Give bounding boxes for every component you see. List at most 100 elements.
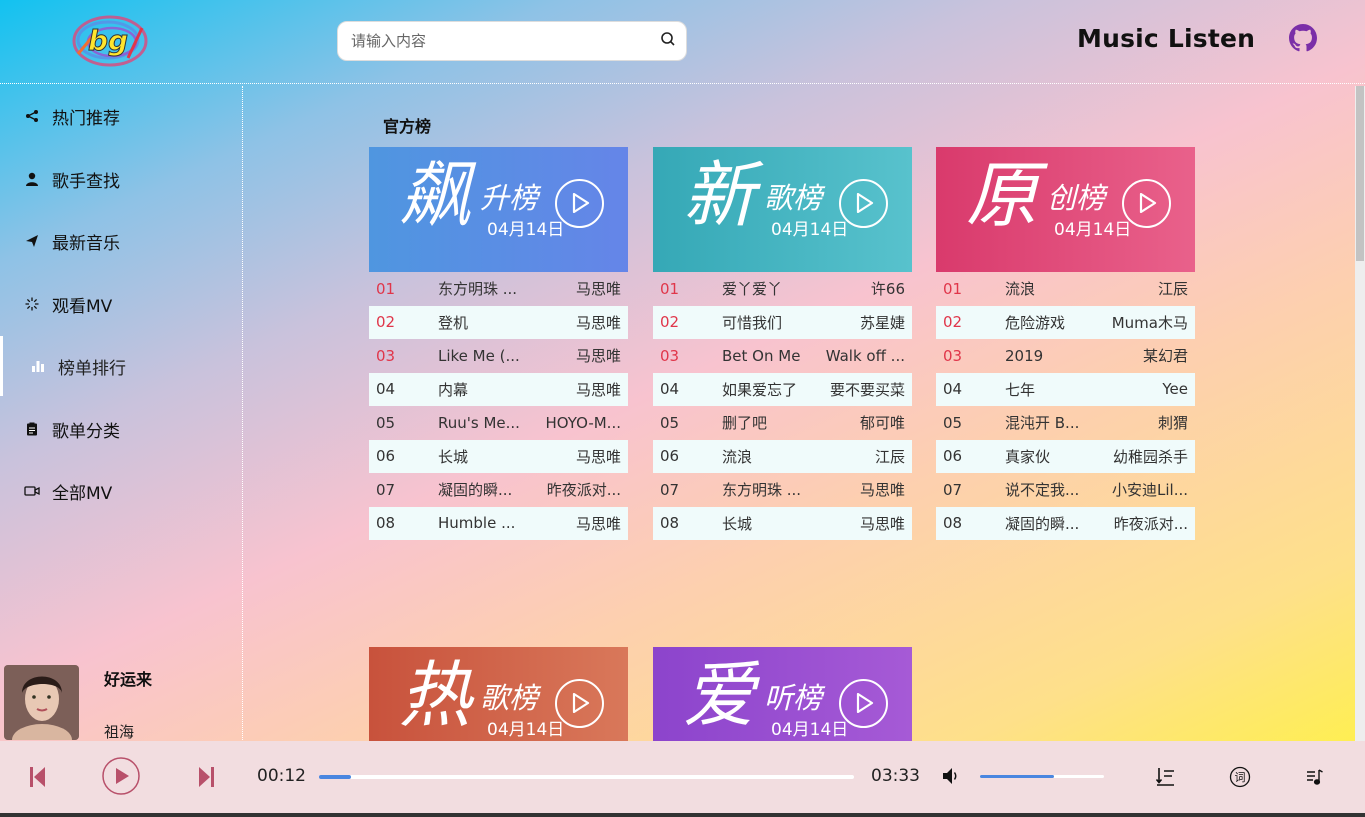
song-title[interactable]: 登机 <box>438 312 528 333</box>
song-artist[interactable]: 昨夜派对... <box>1095 513 1188 534</box>
volume-fill[interactable] <box>980 775 1055 778</box>
song-artist[interactable]: HOYO-M... <box>528 414 622 432</box>
search-icon[interactable] <box>660 31 676 51</box>
song-artist[interactable]: 幼稚园杀手 <box>1095 446 1188 467</box>
table-row[interactable]: 06 真家伙 幼稚园杀手 <box>936 439 1195 473</box>
table-row[interactable]: 03 2019 某幻君 <box>936 339 1195 373</box>
song-title[interactable]: 流浪 <box>1005 278 1095 299</box>
song-artist[interactable]: Yee <box>1095 380 1188 398</box>
song-title[interactable]: 2019 <box>1005 347 1095 365</box>
sidebar-item-singer[interactable]: 歌手查找 <box>0 149 240 209</box>
play-circle-icon[interactable] <box>555 179 604 228</box>
volume-icon[interactable] <box>942 767 960 789</box>
song-title[interactable]: 长城 <box>438 446 528 467</box>
song-artist[interactable]: 马思唯 <box>528 345 621 366</box>
sidebar-item-all-mv[interactable]: 全部MV <box>0 461 240 521</box>
album-cover[interactable] <box>4 665 79 740</box>
song-artist[interactable]: 刺猬 <box>1095 412 1188 433</box>
now-playing-artist[interactable]: 祖海 <box>104 721 134 742</box>
song-artist[interactable]: 马思唯 <box>528 446 621 467</box>
song-artist[interactable]: 马思唯 <box>812 479 905 500</box>
song-title[interactable]: 说不定我... <box>1005 479 1095 500</box>
song-artist[interactable]: 马思唯 <box>812 513 905 534</box>
song-artist[interactable]: 要不要买菜 <box>812 379 905 400</box>
song-title[interactable]: 爱丫爱丫 <box>722 278 812 299</box>
table-row[interactable]: 06 流浪 江辰 <box>653 439 912 473</box>
song-artist[interactable]: 昨夜派对... <box>528 479 621 500</box>
song-title[interactable]: 删了吧 <box>722 412 812 433</box>
table-row[interactable]: 04 如果爱忘了 要不要买菜 <box>653 372 912 406</box>
table-row[interactable]: 03 Like Me (... 马思唯 <box>369 339 628 373</box>
table-row[interactable]: 05 Ruu's Me... HOYO-M... <box>369 406 628 440</box>
search-input[interactable] <box>351 32 660 50</box>
table-row[interactable]: 02 危险游戏 Muma木马 <box>936 305 1195 339</box>
table-row[interactable]: 07 凝固的瞬... 昨夜派对... <box>369 473 628 507</box>
table-row[interactable]: 02 登机 马思唯 <box>369 305 628 339</box>
prev-icon[interactable] <box>30 766 46 792</box>
table-row[interactable]: 01 东方明珠 ... 马思唯 <box>369 272 628 306</box>
app-logo[interactable]: bg <box>68 10 150 72</box>
song-title[interactable]: 真家伙 <box>1005 446 1095 467</box>
song-title[interactable]: 如果爱忘了 <box>722 379 812 400</box>
song-title[interactable]: 危险游戏 <box>1005 312 1095 333</box>
play-icon[interactable] <box>102 757 140 799</box>
song-artist[interactable]: 小安迪Lil... <box>1095 479 1188 500</box>
song-artist[interactable]: 郁可唯 <box>812 412 905 433</box>
play-circle-icon[interactable] <box>1122 179 1171 228</box>
play-circle-icon[interactable] <box>839 679 888 728</box>
song-artist[interactable]: 马思唯 <box>528 278 621 299</box>
song-title[interactable]: Humble ... <box>438 514 528 532</box>
song-title[interactable]: Like Me (... <box>438 347 528 365</box>
song-artist[interactable]: 苏星婕 <box>812 312 905 333</box>
song-artist[interactable]: 某幻君 <box>1095 345 1188 366</box>
chart-banner[interactable]: 新歌榜 04月14日 <box>653 147 912 272</box>
table-row[interactable]: 05 混沌开 B... 刺猬 <box>936 406 1195 440</box>
song-artist[interactable]: 江辰 <box>812 446 905 467</box>
song-artist[interactable]: 马思唯 <box>528 312 621 333</box>
table-row[interactable]: 08 凝固的瞬... 昨夜派对... <box>936 506 1195 540</box>
scrollbar-thumb[interactable] <box>1356 86 1364 261</box>
table-row[interactable]: 02 可惜我们 苏星婕 <box>653 305 912 339</box>
song-title[interactable]: 流浪 <box>722 446 812 467</box>
song-title[interactable]: 混沌开 B... <box>1005 412 1095 433</box>
progress-track[interactable] <box>319 775 854 779</box>
song-title[interactable]: 东方明珠 ... <box>438 278 528 299</box>
song-title[interactable]: Ruu's Me... <box>438 414 528 432</box>
song-artist[interactable]: 马思唯 <box>528 513 621 534</box>
sidebar-item-hot[interactable]: 热门推荐 <box>0 86 240 146</box>
progress-fill[interactable] <box>319 775 352 779</box>
table-row[interactable]: 01 流浪 江辰 <box>936 272 1195 306</box>
table-row[interactable]: 08 Humble ... 马思唯 <box>369 506 628 540</box>
song-artist[interactable]: 马思唯 <box>528 379 621 400</box>
table-row[interactable]: 07 说不定我... 小安迪Lil... <box>936 473 1195 507</box>
lyrics-icon[interactable]: 词 <box>1229 766 1251 792</box>
music-list-icon[interactable] <box>1306 768 1324 790</box>
song-title[interactable]: 七年 <box>1005 379 1095 400</box>
sidebar-item-playlist-category[interactable]: 歌单分类 <box>0 399 240 459</box>
song-artist[interactable]: 江辰 <box>1095 278 1188 299</box>
song-artist[interactable]: Walk off ... <box>812 347 905 365</box>
chart-banner[interactable]: 飙升榜 04月14日 <box>369 147 628 272</box>
table-row[interactable]: 05 删了吧 郁可唯 <box>653 406 912 440</box>
chart-banner[interactable]: 原创榜 04月14日 <box>936 147 1195 272</box>
search-box[interactable] <box>337 21 687 61</box>
table-row[interactable]: 04 七年 Yee <box>936 372 1195 406</box>
song-title[interactable]: 凝固的瞬... <box>1005 513 1095 534</box>
sidebar-item-charts[interactable]: 榜单排行 <box>0 336 240 396</box>
sidebar-item-watch-mv[interactable]: 观看MV <box>0 274 240 334</box>
song-title[interactable]: 凝固的瞬... <box>438 479 528 500</box>
play-circle-icon[interactable] <box>839 179 888 228</box>
song-artist[interactable]: 许66 <box>812 278 905 299</box>
chart-card[interactable]: 新歌榜 04月14日 01 爱丫爱丫 许66 02 可惜我们 苏星婕 03 Bet On Me Wa… <box>653 147 912 540</box>
song-artist[interactable]: Muma木马 <box>1095 312 1188 333</box>
table-row[interactable]: 06 长城 马思唯 <box>369 439 628 473</box>
sidebar-item-new-music[interactable]: 最新音乐 <box>0 211 240 271</box>
chart-card[interactable]: 飙升榜 04月14日 01 东方明珠 ... 马思唯 02 登机 马思唯 03 Like Me (… <box>369 147 628 540</box>
playlist-icon[interactable] <box>1155 767 1176 791</box>
table-row[interactable]: 04 内幕 马思唯 <box>369 372 628 406</box>
table-row[interactable]: 08 长城 马思唯 <box>653 506 912 540</box>
next-icon[interactable] <box>198 766 214 792</box>
song-title[interactable]: Bet On Me <box>722 347 812 365</box>
play-circle-icon[interactable] <box>555 679 604 728</box>
chart-card[interactable]: 原创榜 04月14日 01 流浪 江辰 02 危险游戏 Muma木马 03 2019 某幻君 04 七年… <box>936 147 1195 540</box>
